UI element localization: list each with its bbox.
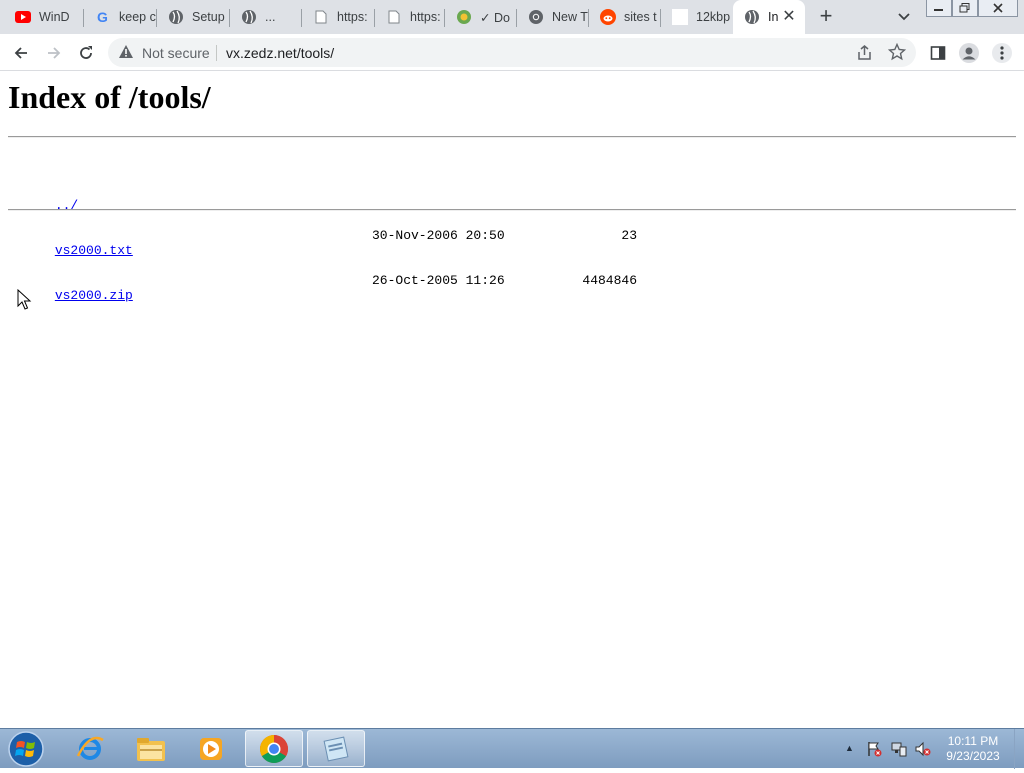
file-date: 26-Oct-2005 11:26 bbox=[372, 273, 505, 288]
tab-extension[interactable]: ✓ Do bbox=[445, 0, 517, 34]
network-icon[interactable] bbox=[891, 741, 907, 757]
close-window-button[interactable] bbox=[978, 0, 1018, 17]
bookmark-star-icon[interactable] bbox=[887, 42, 907, 61]
share-icon[interactable] bbox=[856, 44, 874, 62]
tab-label: WinD bbox=[39, 10, 70, 24]
reload-icon bbox=[80, 46, 92, 59]
taskbar-chrome[interactable] bbox=[245, 730, 303, 767]
chrome-icon bbox=[260, 734, 288, 763]
volume-muted-icon[interactable] bbox=[915, 741, 931, 757]
file-explorer-icon bbox=[137, 737, 165, 761]
show-desktop-button[interactable] bbox=[1014, 729, 1024, 769]
tab-label: sites t bbox=[624, 10, 657, 24]
page-title: Index of /tools/ bbox=[8, 79, 211, 115]
tab-reddit[interactable]: sites t bbox=[589, 0, 661, 34]
url-text[interactable]: vx.zedz.net/tools/ bbox=[226, 45, 334, 61]
file-link[interactable]: vs2000.zip bbox=[55, 288, 133, 303]
browser-toolbar: Not secure vx.zedz.net/tools/ bbox=[0, 34, 1024, 71]
forward-arrow-icon bbox=[48, 47, 61, 59]
clock-time: 10:11 PM bbox=[947, 734, 999, 748]
minimize-button[interactable] bbox=[926, 0, 952, 17]
tab-label: keep c bbox=[119, 10, 156, 24]
tab-label: ✓ Do bbox=[480, 10, 510, 25]
warning-triangle-icon[interactable] bbox=[118, 44, 134, 60]
tab-strip: WinD G keep c Setup ... https: https: ✓ … bbox=[0, 0, 1024, 34]
clock-date: 9/23/2023 bbox=[946, 749, 1000, 763]
notepad-icon bbox=[323, 736, 349, 761]
forward-button[interactable] bbox=[41, 40, 67, 66]
security-status[interactable]: Not secure bbox=[142, 45, 210, 61]
mouse-cursor-icon bbox=[17, 288, 33, 311]
taskbar-media-player[interactable] bbox=[182, 730, 240, 767]
taskbar-internet-explorer[interactable] bbox=[61, 730, 119, 767]
tab-label: Setup bbox=[192, 10, 225, 24]
kebab-menu-icon bbox=[992, 43, 1012, 63]
page-icon bbox=[313, 9, 329, 25]
tab-index-active[interactable]: In ✕ bbox=[733, 0, 805, 34]
globe-icon bbox=[744, 9, 760, 25]
divider bbox=[8, 136, 1016, 138]
taskbar: ▲ 10:11 PM 9/23/2023 bbox=[0, 728, 1024, 769]
back-button[interactable] bbox=[8, 40, 34, 66]
file-size: 23 bbox=[621, 228, 637, 243]
taskbar-file-explorer[interactable] bbox=[122, 730, 180, 767]
list-item: vs2000.zip 26-Oct-2005 11:26 4484846 bbox=[8, 273, 637, 303]
side-panel-icon bbox=[930, 46, 946, 60]
tab-globe[interactable]: ... bbox=[230, 0, 302, 34]
globe-icon bbox=[241, 9, 257, 25]
reload-button[interactable] bbox=[73, 40, 99, 66]
list-item: ../ bbox=[8, 183, 133, 213]
side-panel-button[interactable] bbox=[925, 40, 951, 66]
tab-label: 12kbp bbox=[696, 10, 731, 24]
start-button[interactable] bbox=[6, 730, 46, 768]
page-icon bbox=[386, 9, 402, 25]
tab-https-2[interactable]: https: bbox=[375, 0, 445, 34]
list-item: vs2000.txt 30-Nov-2006 20:50 23 bbox=[8, 228, 637, 258]
tab-youtube[interactable]: WinD bbox=[4, 0, 84, 34]
tab-search-chevron-icon[interactable] bbox=[895, 8, 913, 26]
file-link[interactable]: vs2000.txt bbox=[55, 243, 133, 258]
chrome-menu-button[interactable] bbox=[989, 40, 1015, 66]
profile-avatar-icon bbox=[959, 43, 979, 63]
show-hidden-icons-icon[interactable]: ▲ bbox=[845, 743, 854, 753]
extension-icon bbox=[456, 9, 472, 25]
internet-explorer-icon bbox=[76, 736, 104, 760]
youtube-icon bbox=[15, 9, 31, 25]
tab-https-1[interactable]: https: bbox=[302, 0, 375, 34]
tab-label: In bbox=[768, 10, 779, 24]
globe-icon bbox=[168, 9, 184, 25]
tab-12kbp[interactable]: 12kbp bbox=[661, 0, 733, 34]
divider bbox=[8, 209, 1016, 211]
new-tab-button[interactable]: + bbox=[814, 5, 838, 29]
blank-icon bbox=[672, 9, 688, 25]
svg-text:G: G bbox=[97, 9, 108, 25]
profile-button[interactable] bbox=[956, 40, 982, 66]
file-date: 30-Nov-2006 20:50 bbox=[372, 228, 505, 243]
page-content: Index of /tools/ ../ vs2000.txt 30-Nov-2… bbox=[0, 71, 1024, 728]
tab-label: https: bbox=[337, 10, 368, 24]
media-player-icon bbox=[200, 737, 222, 760]
tab-google[interactable]: G keep c bbox=[84, 0, 157, 34]
close-tab-icon[interactable]: ✕ bbox=[781, 9, 797, 25]
back-arrow-icon bbox=[14, 47, 27, 59]
restore-button[interactable] bbox=[952, 0, 978, 17]
tab-label: https: bbox=[410, 10, 441, 24]
tab-label: New T bbox=[552, 10, 588, 24]
address-bar[interactable]: Not secure vx.zedz.net/tools/ bbox=[108, 38, 916, 67]
system-clock[interactable]: 10:11 PM 9/23/2023 bbox=[940, 734, 1006, 764]
action-center-flag-icon[interactable] bbox=[866, 741, 882, 757]
chrome-icon bbox=[528, 9, 544, 25]
tab-label: ... bbox=[265, 10, 276, 24]
tab-new-tab[interactable]: New T bbox=[517, 0, 589, 34]
file-size: 4484846 bbox=[582, 273, 637, 288]
taskbar-notepad[interactable] bbox=[307, 730, 365, 767]
tab-setup[interactable]: Setup bbox=[157, 0, 230, 34]
reddit-icon bbox=[600, 9, 616, 25]
google-icon: G bbox=[95, 9, 111, 25]
